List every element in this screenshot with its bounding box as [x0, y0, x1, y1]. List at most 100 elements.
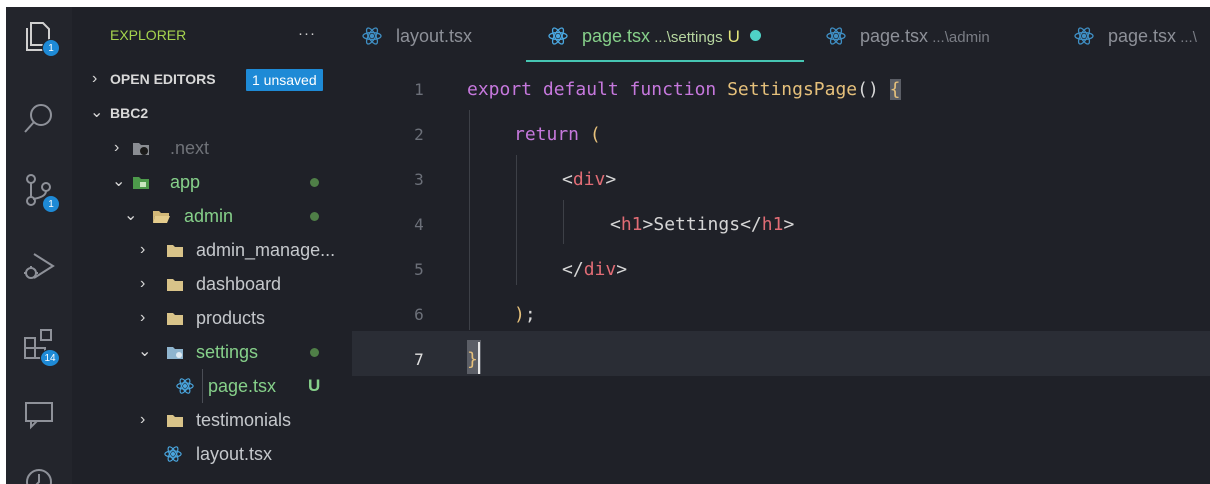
- tree-item-label: .next: [170, 138, 210, 158]
- tree-item-label: settings: [196, 342, 259, 362]
- indent-guide: [469, 110, 470, 330]
- source-control-badge: 1: [42, 195, 60, 213]
- code-tag: h1: [620, 214, 643, 235]
- tab-filename: layout.tsx: [396, 26, 473, 46]
- activity-extensions[interactable]: 14: [18, 323, 62, 367]
- code-line: export default function SettingsPage() {: [467, 79, 901, 100]
- vscode-window: 1 1 14 EXPLORER ··· › OPEN EDITORS 1 uns…: [6, 7, 1210, 484]
- line-number: 5: [414, 260, 424, 279]
- code-punctuation: (: [579, 124, 601, 145]
- tab-filename: page.tsx: [860, 26, 929, 46]
- code-brace-match: {: [889, 79, 901, 100]
- chevron-down-icon: ⌄: [124, 207, 138, 224]
- tab-path: ...\: [1176, 29, 1197, 46]
- activity-timeline[interactable]: [18, 461, 62, 484]
- activity-source-control[interactable]: 1: [18, 169, 62, 213]
- chevron-down-icon: ⌄: [90, 104, 104, 121]
- open-editors-label: OPEN EDITORS: [110, 71, 216, 87]
- folder-next-icon: [133, 143, 149, 155]
- extensions-badge: 14: [40, 349, 60, 367]
- line-number: 6: [414, 305, 424, 324]
- tree-item-label: admin: [184, 206, 234, 226]
- code-text: >Settings</: [642, 214, 762, 235]
- code-punctuation: >: [605, 169, 617, 190]
- react-icon: [362, 27, 382, 45]
- folder-app-icon: [133, 177, 149, 189]
- code-keyword: export default function: [467, 79, 728, 100]
- project-section[interactable]: ⌄ BBC2: [72, 96, 352, 130]
- tree-item-layout-tsx[interactable]: layout.tsx: [72, 437, 352, 471]
- react-icon: [826, 27, 846, 45]
- chevron-right-icon: ›: [114, 139, 120, 156]
- code-line: <h1>Settings</h1>: [610, 214, 794, 235]
- tab-page-tsx-other[interactable]: page.tsx ...\: [1074, 7, 1210, 63]
- code-editor[interactable]: 1 2 3 4 5 6 7 export default function Se…: [352, 63, 1210, 484]
- unsaved-badge: 1 unsaved: [246, 69, 323, 91]
- activity-bar: 1 1 14: [6, 7, 72, 484]
- chevron-right-icon: ›: [140, 309, 146, 326]
- activity-run-debug[interactable]: [18, 245, 62, 289]
- code-line: return (: [514, 124, 601, 145]
- tree-item-testimonials[interactable]: › testimonials: [72, 403, 352, 437]
- explorer-title: EXPLORER: [110, 27, 187, 43]
- unsaved-dot-icon[interactable]: [749, 30, 761, 41]
- activity-remote-explorer[interactable]: [18, 393, 62, 437]
- code-punctuation: ): [514, 304, 525, 325]
- folder-icon: [167, 415, 183, 427]
- tab-layout-tsx[interactable]: layout.tsx: [362, 7, 522, 63]
- tree-item-app[interactable]: ⌄ app: [72, 165, 352, 199]
- code-punctuation: >: [616, 259, 628, 280]
- code-keyword: return: [514, 124, 580, 145]
- search-icon: [24, 104, 52, 133]
- react-icon: [1074, 27, 1094, 45]
- code-function-name: SettingsPage: [727, 79, 858, 100]
- tree-item-label: layout.tsx: [196, 444, 273, 464]
- line-number: 1: [414, 80, 424, 99]
- code-punctuation: </: [562, 259, 584, 280]
- chevron-right-icon: ›: [92, 70, 98, 87]
- tab-filename: page.tsx: [1108, 26, 1177, 46]
- tab-label: layout.tsx: [396, 7, 472, 65]
- activity-explorer[interactable]: 1: [18, 15, 62, 59]
- folder-open-icon: [153, 211, 170, 223]
- code-punctuation: (): [857, 79, 890, 100]
- chevron-right-icon: ›: [140, 275, 146, 292]
- code-line: );: [514, 304, 536, 325]
- chevron-right-icon: ›: [140, 411, 146, 428]
- tree-item-products[interactable]: › products: [72, 301, 352, 335]
- project-name: BBC2: [110, 105, 149, 121]
- line-number: 2: [414, 125, 424, 144]
- code-line: </div>: [562, 259, 627, 280]
- tree-item-admin-manage[interactable]: › admin_manage...: [72, 233, 352, 267]
- react-icon: [164, 446, 182, 462]
- tab-label: page.tsx ...\: [1108, 7, 1197, 63]
- folder-icon: [167, 245, 183, 257]
- tree-item-admin[interactable]: ⌄ admin: [72, 199, 352, 233]
- code-line: <div>: [562, 169, 616, 190]
- tab-label: page.tsx ...\admin: [860, 7, 990, 67]
- tab-page-tsx-admin[interactable]: page.tsx ...\admin: [826, 7, 1046, 63]
- tree-item-settings[interactable]: ⌄ settings: [72, 335, 352, 369]
- tab-page-tsx-settings[interactable]: page.tsx ...\settings U: [548, 7, 804, 63]
- folder-icon: [167, 313, 183, 325]
- timeline-icon: [26, 469, 52, 484]
- tree-item-page-tsx[interactable]: page.tsx U: [72, 369, 352, 403]
- tab-bar: layout.tsx page.tsx ...\settings U page.…: [352, 7, 1210, 63]
- indent-guide: [516, 155, 517, 285]
- explorer-badge: 1: [42, 39, 60, 57]
- tab-path: ...\settings: [650, 29, 723, 46]
- tree-item-label: app: [170, 172, 201, 192]
- tree-item-label: admin_manage...: [196, 240, 336, 260]
- react-icon: [176, 378, 194, 394]
- activity-search[interactable]: [18, 97, 62, 141]
- code-tag: h1: [761, 214, 784, 235]
- code-line: }: [467, 349, 478, 370]
- more-actions-button[interactable]: ···: [298, 25, 316, 42]
- tree-item-dashboard[interactable]: › dashboard: [72, 267, 352, 301]
- remote-explorer-icon: [25, 402, 53, 430]
- line-number-current: 7: [414, 350, 424, 369]
- tree-item-label: dashboard: [196, 274, 282, 294]
- tree-item-next[interactable]: › .next: [72, 131, 352, 165]
- code-punctuation: >: [783, 214, 795, 235]
- editor-area: layout.tsx page.tsx ...\settings U page.…: [352, 7, 1210, 484]
